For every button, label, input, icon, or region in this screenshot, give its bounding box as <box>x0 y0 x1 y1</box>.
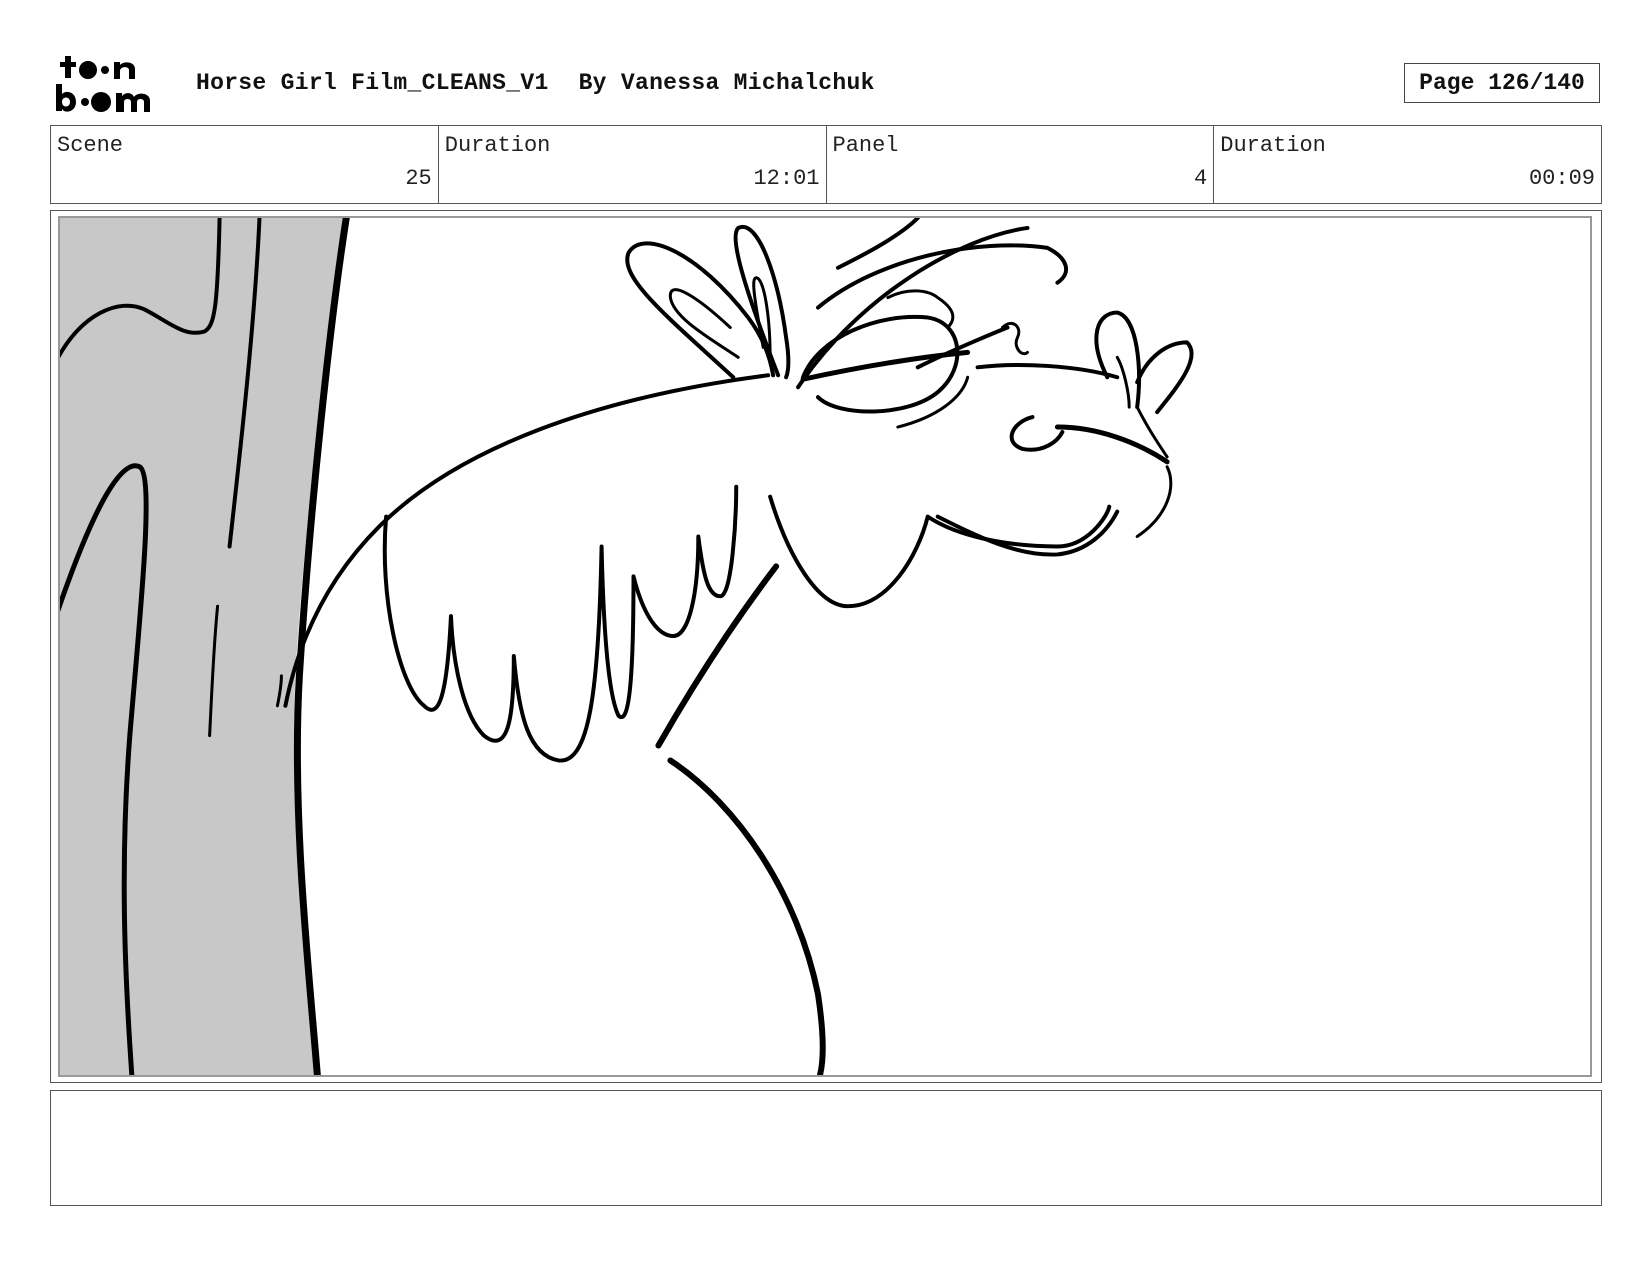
toon-boom-logo <box>54 54 172 116</box>
storyboard-drawing <box>58 216 1592 1077</box>
scene-value: 25 <box>405 166 432 191</box>
scene-duration-cell: Duration 12:01 <box>439 126 827 203</box>
scene-cell: Scene 25 <box>51 126 439 203</box>
scene-duration-value: 12:01 <box>753 166 820 191</box>
horse-ear-right <box>733 224 791 380</box>
horse-neck <box>283 373 771 708</box>
panel-value: 4 <box>1194 166 1208 191</box>
horse-snout <box>975 363 1120 380</box>
panel-notes-box <box>50 1090 1602 1206</box>
scene-duration-label: Duration <box>444 133 551 158</box>
horse-head <box>768 494 1112 609</box>
panel-duration-cell: Duration 00:09 <box>1214 126 1601 203</box>
document-title: Horse Girl Film_CLEANS_V1 By Vanessa Mich… <box>196 70 875 96</box>
toon-boom-logo-graphic <box>56 56 150 112</box>
author-credit: By Vanessa Michalchuk <box>578 70 875 96</box>
horse-and-tree-sketch <box>60 218 1194 1075</box>
horse-chest <box>655 563 780 749</box>
horse-nostril <box>1009 415 1065 452</box>
horse-forelock <box>796 225 1030 390</box>
panel-info-row: Scene 25 Duration 12:01 Panel 4 Duration… <box>50 125 1602 204</box>
panel-cell: Panel 4 <box>827 126 1215 203</box>
scene-label: Scene <box>57 133 124 158</box>
panel-duration-value: 00:09 <box>1528 166 1595 191</box>
horse-ear-left <box>625 241 776 380</box>
horse-mane <box>382 484 739 763</box>
panel-label: Panel <box>832 133 899 158</box>
panel-duration-label: Duration <box>1220 133 1326 158</box>
project-title: Horse Girl Film_CLEANS_V1 <box>196 70 549 96</box>
page-indicator: Page 126/140 <box>1404 63 1600 103</box>
